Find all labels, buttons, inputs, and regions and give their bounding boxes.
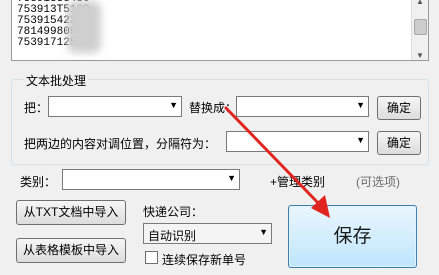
manage-category-link[interactable]: +管理类别 (270, 173, 325, 190)
import-txt-label: 从TXT文档中导入 (23, 205, 119, 219)
continuous-save-checkbox[interactable] (145, 251, 158, 264)
confirm-swap-label: 确定 (386, 136, 411, 150)
category-combo[interactable]: ▼ (62, 169, 240, 190)
chevron-down-icon[interactable]: ▼ (169, 100, 178, 110)
swap-label: 把两边的内容对调位置，分隔符为： (24, 137, 217, 151)
redaction-blur (67, 1, 101, 53)
continuous-save-label[interactable]: 连续保存新单号 (162, 251, 246, 268)
chevron-down-icon[interactable]: ▼ (356, 100, 365, 110)
import-excel-label: 从表格模板中导入 (22, 243, 119, 257)
replace-from-label: 把： (24, 101, 49, 115)
save-button-label: 保存 (333, 226, 372, 247)
confirm-replace-label: 确定 (386, 101, 411, 115)
replace-from-combo[interactable]: ▼ (48, 96, 182, 117)
separator-combo[interactable]: ▼ (226, 131, 369, 152)
batch-group-title: 文本批处理 (24, 72, 89, 89)
chevron-down-icon[interactable]: ▼ (356, 135, 365, 145)
import-txt-button[interactable]: 从TXT文档中导入 (16, 200, 126, 225)
courier-select[interactable]: 自动识别 ▼ (143, 223, 272, 244)
replace-to-label: 替换成： (189, 101, 238, 115)
replace-to-combo[interactable]: ▼ (236, 96, 369, 117)
chevron-down-icon[interactable]: ▼ (227, 173, 236, 183)
confirm-swap-button[interactable]: 确定 (377, 131, 421, 155)
tracking-number-list[interactable]: 75391333436 753913T5109 75391542373 7814… (11, 0, 429, 61)
save-button[interactable]: 保存 (288, 205, 417, 268)
batch-group-box (11, 79, 429, 165)
category-optional-note: (可选项) (356, 175, 400, 189)
confirm-replace-button[interactable]: 确定 (377, 96, 421, 120)
scroll-down-icon[interactable]: ▼ (412, 51, 428, 60)
category-label: 类别： (20, 175, 57, 189)
scrollbar-thumb[interactable] (414, 19, 427, 35)
chevron-down-icon[interactable]: ▼ (259, 227, 268, 237)
scroll-up-icon[interactable]: ▲ (412, 0, 428, 6)
import-excel-button[interactable]: 从表格模板中导入 (16, 238, 126, 263)
list-scrollbar[interactable]: ▲ ▼ (411, 0, 428, 60)
courier-selected-value: 自动识别 (148, 229, 197, 243)
courier-label: 快递公司： (143, 205, 204, 219)
